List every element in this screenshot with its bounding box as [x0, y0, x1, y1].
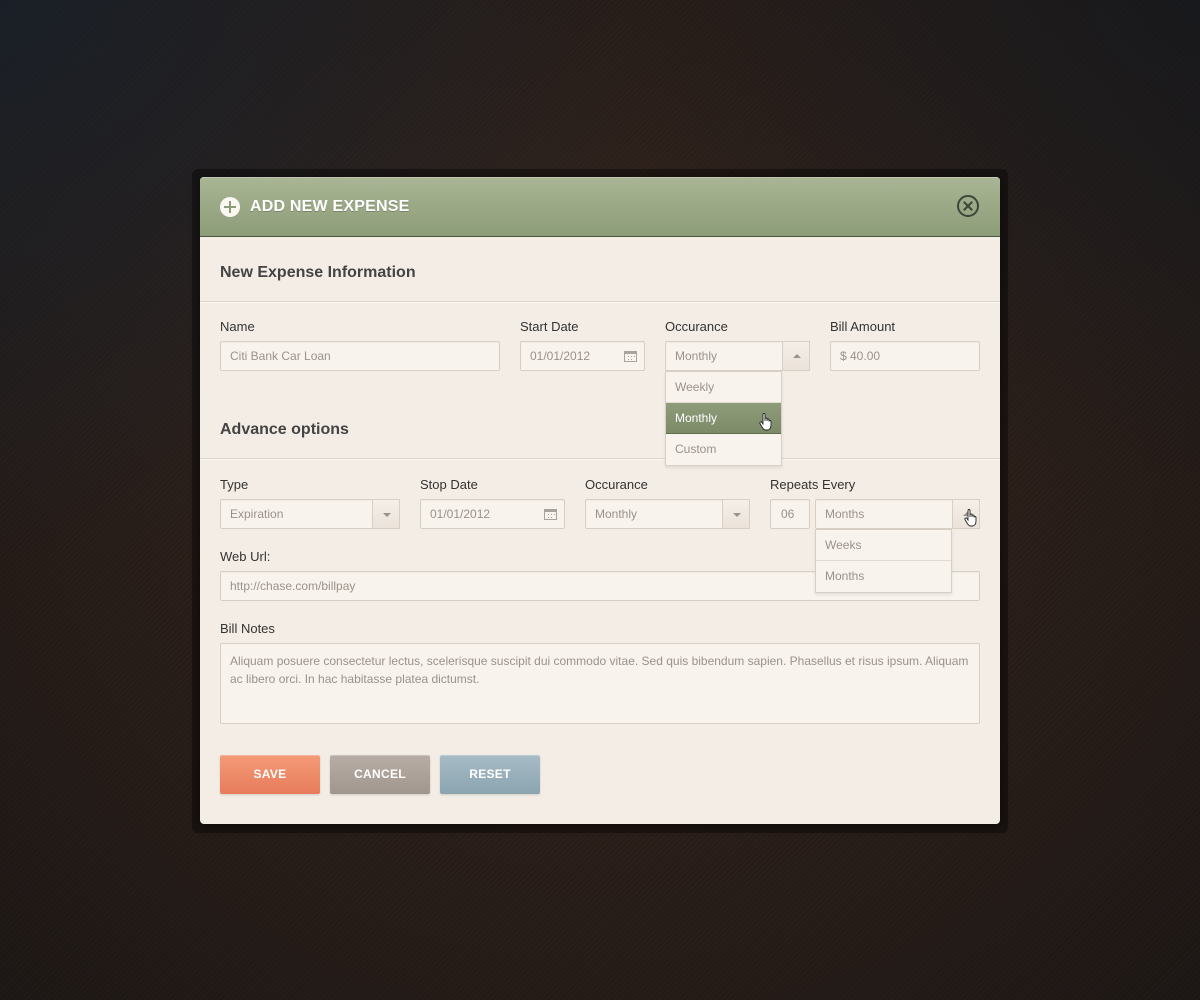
bill-amount-label: Bill Amount [830, 319, 896, 334]
divider [200, 301, 1000, 302]
type-value: Expiration [230, 507, 284, 521]
start-date-label: Start Date [520, 319, 579, 334]
stop-date-value: 01/01/2012 [430, 507, 491, 521]
name-value: Citi Bank Car Loan [230, 349, 331, 363]
add-expense-dialog: ADD NEW EXPENSE New Expense Information … [200, 177, 1000, 824]
web-url-label: Web Url: [220, 549, 271, 564]
hand-cursor-icon [964, 509, 977, 527]
hand-cursor-icon [759, 413, 772, 431]
section-title-advance-options: Advance options [220, 421, 349, 438]
cancel-button[interactable]: CANCEL [330, 755, 430, 794]
bill-notes-textarea[interactable]: Aliquam posuere consectetur lectus, scel… [220, 643, 980, 724]
start-date-input[interactable]: 01/01/2012 [520, 341, 645, 371]
stop-date-input[interactable]: 01/01/2012 [420, 499, 565, 529]
bill-amount-value: $ 40.00 [840, 349, 881, 363]
advance-occurance-select[interactable]: Monthly [585, 499, 750, 529]
option-weeks[interactable]: Weeks [816, 530, 951, 561]
caret-down-icon [383, 513, 391, 517]
type-select[interactable]: Expiration [220, 499, 400, 529]
web-url-value: http://chase.com/billpay [230, 579, 356, 593]
repeats-unit-value: Months [825, 507, 865, 521]
bill-amount-input[interactable]: $ 40.00 [830, 341, 980, 371]
caret-down-icon [733, 513, 741, 517]
option-custom[interactable]: Custom [666, 434, 781, 465]
type-toggle-button[interactable] [372, 499, 400, 529]
occurance-select[interactable]: Monthly [665, 341, 810, 371]
calendar-icon[interactable] [624, 351, 637, 362]
repeats-count-value: 06 [781, 507, 795, 521]
advance-occurance-toggle-button[interactable] [722, 499, 750, 529]
divider [200, 458, 1000, 459]
dialog-title: ADD NEW EXPENSE [250, 198, 410, 215]
option-weekly[interactable]: Weekly [666, 372, 781, 403]
occurance-label: Occurance [665, 319, 728, 334]
repeats-every-label: Repeats Every [770, 477, 856, 492]
repeats-unit-dropdown: Weeks Months [815, 529, 952, 593]
close-icon[interactable] [957, 195, 979, 217]
dialog-header: ADD NEW EXPENSE [200, 177, 1000, 237]
name-label: Name [220, 319, 255, 334]
bill-notes-label: Bill Notes [220, 621, 275, 636]
occurance-toggle-button[interactable] [782, 341, 810, 371]
advance-occurance-label: Occurance [585, 477, 648, 492]
repeats-count-input[interactable]: 06 [770, 499, 810, 529]
name-input[interactable]: Citi Bank Car Loan [220, 341, 500, 371]
caret-up-icon [793, 354, 801, 358]
calendar-icon[interactable] [544, 509, 557, 520]
start-date-value: 01/01/2012 [530, 349, 591, 363]
advance-occurance-value: Monthly [595, 507, 638, 521]
stop-date-label: Stop Date [420, 477, 478, 492]
plus-circle-icon [220, 197, 240, 217]
reset-button[interactable]: RESET [440, 755, 540, 794]
repeats-unit-select[interactable]: Months [815, 499, 980, 529]
section-title-expense-info: New Expense Information [220, 264, 416, 281]
option-months[interactable]: Months [816, 561, 951, 592]
type-label: Type [220, 477, 249, 492]
save-button[interactable]: SAVE [220, 755, 320, 794]
occurance-value: Monthly [675, 349, 718, 363]
